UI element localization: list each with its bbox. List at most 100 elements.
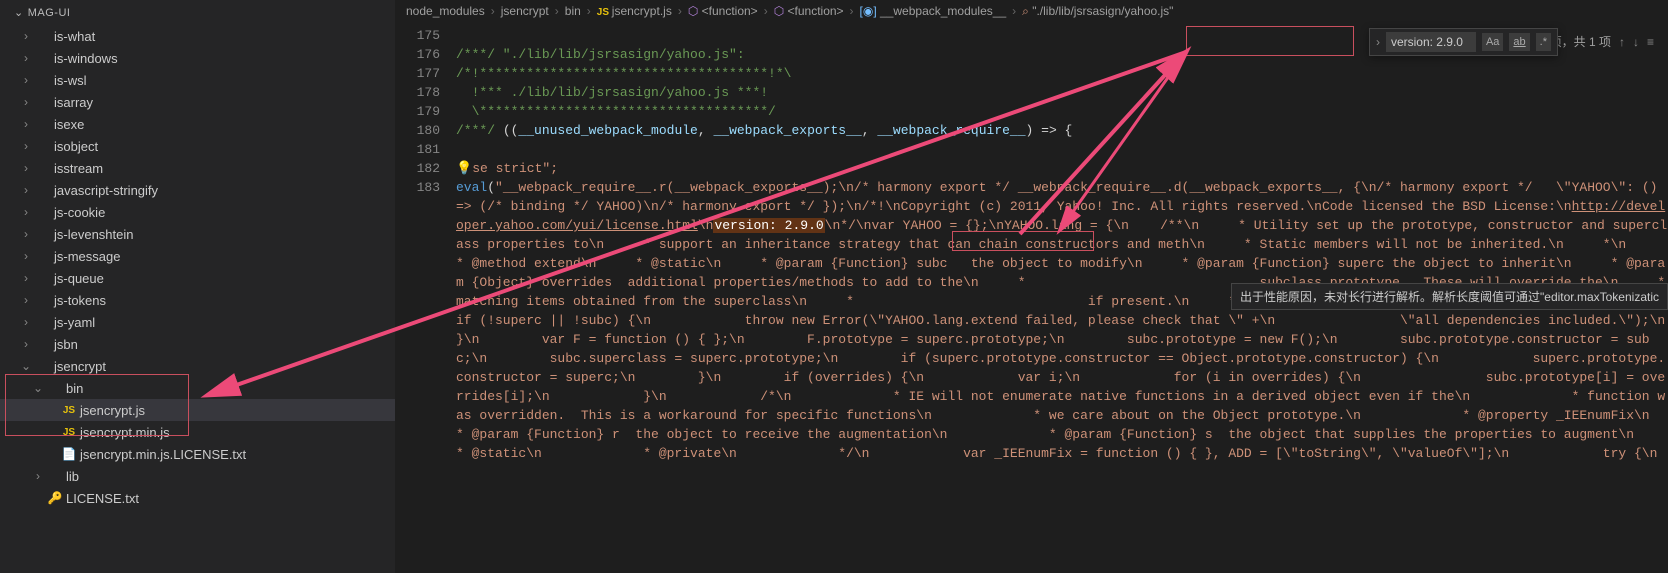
chevron-down-icon: ⌄ — [18, 359, 34, 373]
chevron-right-icon: › — [764, 4, 768, 18]
breadcrumb-segment[interactable]: ⬡ <function> — [774, 4, 844, 18]
tree-item-label: jsencrypt — [54, 359, 106, 374]
folder-item[interactable]: › js-levenshtein — [0, 223, 395, 245]
lightbulb-icon[interactable]: 💡 — [456, 161, 472, 176]
tree-item-label: isstream — [54, 161, 103, 176]
tree-item-label: lib — [66, 469, 79, 484]
breadcrumb-segment[interactable]: JS jsencrypt.js — [597, 4, 672, 18]
chevron-right-icon: › — [18, 227, 34, 241]
file-item[interactable]: 📄jsencrypt.min.js.LICENSE.txt — [0, 443, 395, 465]
tree-item-label: js-tokens — [54, 293, 106, 308]
js-file-icon: JS — [60, 427, 78, 438]
explorer-header[interactable]: ⌄ MAG-UI — [0, 0, 395, 25]
folder-item[interactable]: › js-yaml — [0, 311, 395, 333]
function-icon: ⬡ — [688, 4, 702, 18]
text-file-icon: 📄 — [60, 447, 78, 461]
license-file-icon: 🔑 — [46, 491, 64, 505]
tree-item-label: javascript-stringify — [54, 183, 158, 198]
file-item[interactable]: JSjsencrypt.min.js — [0, 421, 395, 443]
folder-item[interactable]: › lib — [0, 465, 395, 487]
folder-item[interactable]: › js-queue — [0, 267, 395, 289]
folder-item[interactable]: › isexe — [0, 113, 395, 135]
chevron-right-icon: › — [555, 4, 559, 18]
chevron-right-icon: › — [18, 183, 34, 197]
chevron-right-icon: › — [18, 293, 34, 307]
tree-item-label: isarray — [54, 95, 93, 110]
folder-item[interactable]: ⌄ jsencrypt — [0, 355, 395, 377]
folder-item[interactable]: › javascript-stringify — [0, 179, 395, 201]
breadcrumb-segment[interactable]: node_modules — [406, 4, 485, 18]
folder-item[interactable]: › js-tokens — [0, 289, 395, 311]
chevron-right-icon: › — [18, 315, 34, 329]
whole-word-button[interactable]: ab — [1509, 33, 1529, 51]
folder-item[interactable]: › is-wsl — [0, 69, 395, 91]
tree-item-label: isexe — [54, 117, 84, 132]
regex-button[interactable]: .* — [1536, 33, 1551, 51]
tree-item-label: jsencrypt.js — [80, 403, 145, 418]
chevron-right-icon: › — [491, 4, 495, 18]
chevron-right-icon: › — [18, 117, 34, 131]
chevron-right-icon[interactable]: › — [1376, 35, 1380, 49]
folder-item[interactable]: › isobject — [0, 135, 395, 157]
chevron-down-icon: ⌄ — [14, 6, 24, 19]
chevron-right-icon: › — [1012, 4, 1016, 18]
chevron-right-icon: › — [18, 73, 34, 87]
tree-item-label: isobject — [54, 139, 98, 154]
tree-item-label: is-wsl — [54, 73, 87, 88]
breadcrumb[interactable]: node_modules › jsencrypt › bin › JS jsencrypt.… — [396, 0, 1668, 22]
folder-item[interactable]: ›js-cookie — [0, 201, 395, 223]
tree-item-label: LICENSE.txt — [66, 491, 139, 506]
tree-item-label: js-cookie — [54, 205, 105, 220]
editor-area: node_modules › jsencrypt › bin › JS jsencrypt.… — [396, 0, 1668, 573]
chevron-right-icon: › — [18, 139, 34, 153]
perf-tooltip: 出于性能原因，未对长行进行解析。解析长度阈值可通过"editor.maxToke… — [1231, 283, 1668, 310]
breadcrumb-segment[interactable]: ⌕ "./lib/lib/jsrsasign/yahoo.js" — [1022, 4, 1173, 19]
folder-item[interactable]: ⌄ bin — [0, 377, 395, 399]
file-item[interactable]: JSjsencrypt.js — [0, 399, 395, 421]
chevron-right-icon: › — [30, 469, 46, 483]
tree-item-label: js-queue — [54, 271, 104, 286]
tree-item-label: jsbn — [54, 337, 78, 352]
tree-item-label: is-windows — [54, 51, 118, 66]
tree-item-label: bin — [66, 381, 83, 396]
chevron-right-icon: › — [18, 271, 34, 285]
search-input[interactable] — [1386, 32, 1476, 52]
chevron-right-icon: › — [18, 161, 34, 175]
file-tree[interactable]: › is-what › is-windows › is-wsl › isarray › isexe… — [0, 25, 395, 509]
chevron-right-icon: › — [18, 337, 34, 351]
chevron-right-icon: › — [18, 249, 34, 263]
tree-item-label: js-levenshtein — [54, 227, 134, 242]
chevron-right-icon: › — [678, 4, 682, 18]
match-case-button[interactable]: Aa — [1482, 33, 1503, 51]
tree-item-label: jsencrypt.min.js — [80, 425, 170, 440]
folder-item[interactable]: › jsbn — [0, 333, 395, 355]
project-title: MAG-UI — [28, 7, 71, 19]
breadcrumb-segment[interactable]: bin — [565, 4, 581, 18]
file-explorer[interactable]: ⌄ MAG-UI › is-what › is-windows › is-wsl › isar… — [0, 0, 396, 573]
search-match: version: 2.9.0 — [713, 218, 824, 233]
folder-item[interactable]: › isarray — [0, 91, 395, 113]
chevron-down-icon: ⌄ — [30, 381, 46, 395]
folder-item[interactable]: › is-windows — [0, 47, 395, 69]
chevron-right-icon: › — [18, 29, 34, 43]
line-gutter: 175176177178179180181182183 — [396, 22, 456, 573]
breadcrumb-segment[interactable]: ⬡ <function> — [688, 4, 758, 18]
js-file-icon: JS — [597, 7, 612, 18]
folder-item[interactable]: ›js-message — [0, 245, 395, 267]
breadcrumb-segment[interactable]: jsencrypt — [501, 4, 549, 18]
chevron-right-icon: › — [18, 95, 34, 109]
tree-item-label: js-yaml — [54, 315, 95, 330]
chevron-right-icon: › — [18, 51, 34, 65]
function-icon: ⬡ — [774, 4, 788, 18]
tree-item-label: jsencrypt.min.js.LICENSE.txt — [80, 447, 246, 462]
folder-item[interactable]: › isstream — [0, 157, 395, 179]
chevron-right-icon: › — [850, 4, 854, 18]
chevron-right-icon: › — [587, 4, 591, 18]
breadcrumb-segment[interactable]: [◉] __webpack_modules__ — [860, 4, 1007, 18]
file-item[interactable]: 🔑LICENSE.txt — [0, 487, 395, 509]
string-icon: ⌕ — [1022, 4, 1032, 18]
folder-item[interactable]: › is-what — [0, 25, 395, 47]
tree-item-label: is-what — [54, 29, 95, 44]
variable-icon: [◉] — [860, 4, 880, 18]
find-widget[interactable]: › Aa ab .* — [1369, 28, 1558, 56]
